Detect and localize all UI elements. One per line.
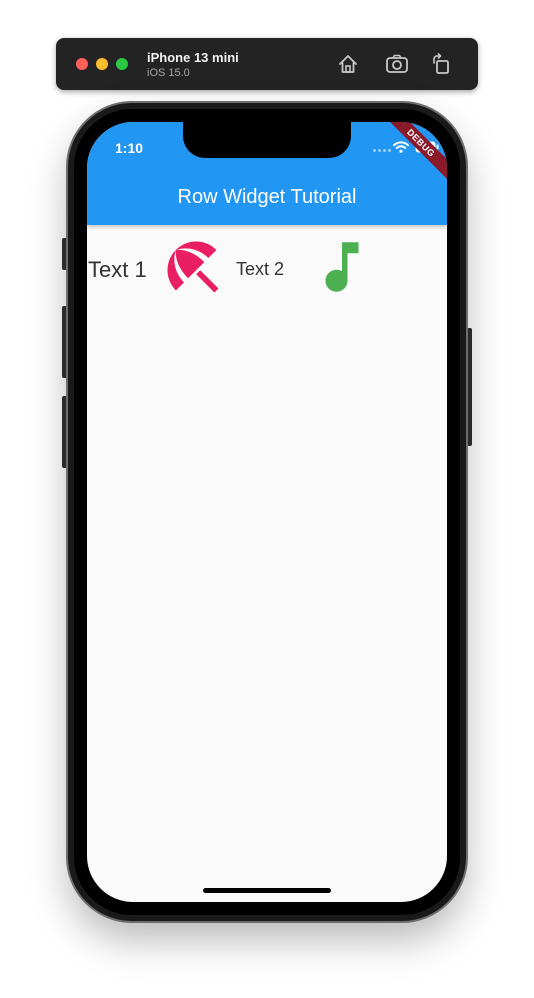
- beach-umbrella-icon: [167, 241, 219, 293]
- cellular-signal-icon: [373, 149, 391, 152]
- text-2: Text 2: [236, 259, 285, 279]
- home-button[interactable]: [335, 51, 361, 77]
- screenshot-button[interactable]: [384, 51, 410, 77]
- device-os-version: iOS 15.0: [147, 67, 190, 79]
- text-1: Text 1: [88, 257, 147, 282]
- camera-icon: [386, 54, 408, 73]
- home-icon: [339, 55, 357, 73]
- minimize-window-button[interactable]: [96, 58, 108, 70]
- simulator-toolbar: iPhone 13 mini iOS 15.0: [56, 38, 478, 90]
- home-indicator[interactable]: [203, 888, 331, 893]
- zoom-window-button[interactable]: [116, 58, 128, 70]
- close-window-button[interactable]: [76, 58, 88, 70]
- device-name: iPhone 13 mini: [147, 50, 239, 65]
- rotate-icon: [433, 53, 449, 74]
- status-bar-time: 1:10: [115, 140, 144, 156]
- row-widget: Text 1 Text 2: [87, 225, 447, 303]
- rotate-button[interactable]: [428, 51, 454, 77]
- phone-screen: 1:10 DEBUG Row Widget Tutorial Text 1 Te…: [87, 122, 447, 902]
- simulator-stage: iPhone 13 mini iOS 15.0 1:10 DEBUG Row W…: [0, 0, 534, 998]
- app-bar-title: Row Widget Tutorial: [177, 186, 357, 208]
- camera-notch: [183, 122, 351, 158]
- music-note-icon: [325, 242, 359, 292]
- wifi-icon: [393, 141, 409, 153]
